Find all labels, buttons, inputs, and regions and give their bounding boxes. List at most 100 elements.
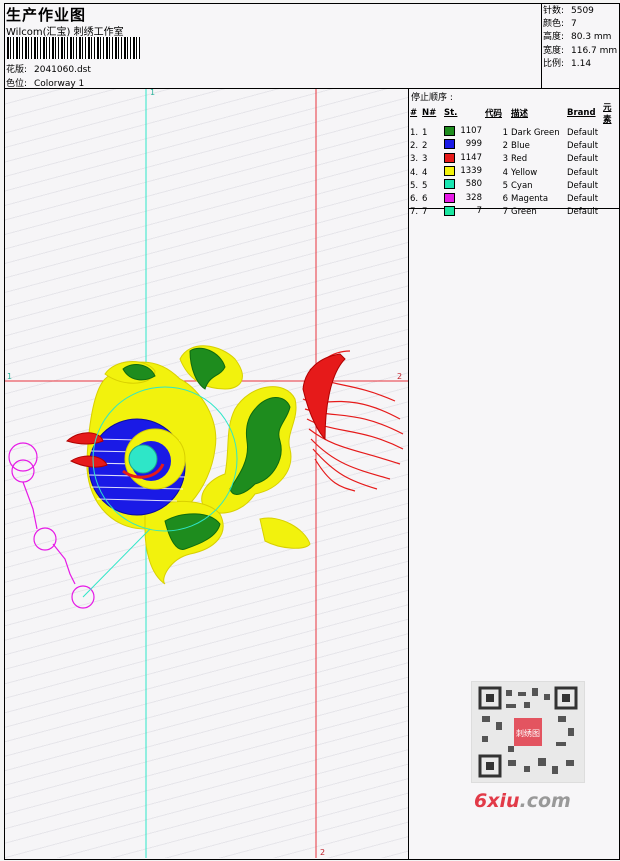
row-needle: 7 (422, 207, 428, 218)
color-swatch (444, 179, 455, 190)
guide-label-v2: 2 (320, 848, 325, 857)
row-code: 7 (502, 207, 508, 218)
row-brand: Default (567, 154, 599, 165)
scale-label: 比例: (543, 58, 565, 69)
row-index: 7. (410, 207, 419, 218)
table-row: 3. 3 1147 3 Red Default (410, 152, 620, 166)
stitches-value: 5509 (571, 6, 594, 16)
magenta-trace (8, 442, 95, 609)
table-row: 1. 1 1107 1 Dark Green Default (410, 126, 620, 139)
table-header-row: # N# St. 代码 描述 Brand 元素 (410, 101, 620, 126)
height-label: 高度: (543, 32, 565, 43)
row-stitches: 1107 (444, 126, 485, 139)
row-stitches-value: 580 (465, 179, 482, 190)
stats-divider (541, 3, 542, 89)
row-description: Magenta (511, 194, 549, 205)
color-swatch (444, 139, 455, 150)
row-index: 1. (410, 127, 419, 138)
cyan-connector (82, 528, 151, 598)
red-tail-base (302, 353, 346, 441)
row-code: 5 (502, 180, 508, 191)
width-value: 116.7 mm (571, 45, 618, 56)
row-needle: 6 (422, 194, 428, 205)
row-brand: Default (567, 127, 599, 138)
row-stitches: 7 (444, 205, 485, 219)
color-sequence-table: # N# St. 代码 描述 Brand 元素 1. 1 1107 1 Dark Gre… (410, 101, 620, 219)
row-description: Yellow (511, 167, 538, 178)
row-brand: Default (567, 167, 599, 178)
table-row: 5. 5 580 5 Cyan Default (410, 179, 620, 192)
height-value: 80.3 mm (571, 32, 612, 43)
colorway-label: 色位: (6, 79, 28, 89)
row-stitches-value: 328 (465, 192, 482, 203)
col-header-code: 代码 (485, 109, 503, 119)
row-element (603, 179, 620, 192)
row-index: 5. (410, 180, 419, 191)
row-description: Dark Green (511, 127, 560, 138)
table-row: 7. 7 7 7 Green Default (410, 205, 620, 219)
row-code: 1 (502, 127, 508, 138)
colorway-value: Colorway 1 (34, 79, 85, 89)
col-header-element: 元素 (603, 103, 612, 125)
color-swatch (444, 152, 455, 163)
design-preview: 1 1 2 2 (5, 89, 408, 858)
row-element (603, 206, 620, 219)
row-needle: 2 (422, 140, 428, 151)
color-swatch (444, 166, 455, 177)
col-header-stitches: St. (444, 108, 458, 118)
row-description: Blue (511, 140, 530, 151)
table-row: 4. 4 1339 4 Yellow Default (410, 166, 620, 179)
company-name: Wilcom(汇宝) 刺绣工作室 (6, 27, 124, 38)
col-header-description: 描述 (511, 109, 529, 119)
col-header-index: # (410, 108, 418, 118)
row-stitches: 1339 (444, 166, 485, 179)
qr-center-text: 刺绣图 (516, 728, 540, 738)
row-element (603, 126, 620, 139)
color-swatch (444, 205, 455, 216)
row-stitches: 580 (444, 179, 485, 192)
barcode (7, 37, 140, 59)
row-index: 6. (410, 194, 419, 205)
row-needle: 5 (422, 180, 428, 191)
page-title: 生产作业图 (6, 6, 87, 24)
row-element (603, 139, 620, 152)
row-description: Green (511, 207, 537, 218)
qr-code: 刺绣图 (471, 681, 585, 783)
row-stitches: 999 (444, 139, 485, 152)
row-stitches-value: 1107 (460, 126, 482, 137)
stitches-label: 针数: (543, 6, 565, 16)
row-element (603, 192, 620, 205)
row-stitches-value: 1147 (460, 152, 482, 163)
row-needle: 4 (422, 167, 428, 178)
panel-divider (408, 88, 409, 859)
row-stitches-value: 1339 (460, 166, 482, 177)
row-description: Red (511, 154, 528, 165)
row-brand: Default (567, 194, 599, 205)
row-index: 2. (410, 140, 419, 151)
qr-code-svg: 刺绣图 (478, 686, 578, 778)
col-header-needle: N# (422, 108, 437, 118)
watermark-text: 6xiu (474, 790, 520, 812)
row-element (603, 166, 620, 179)
color-swatch (444, 126, 455, 137)
guide-label-h1-right: 2 (397, 372, 402, 381)
row-element (603, 153, 620, 166)
row-stitches: 328 (444, 192, 485, 205)
row-code: 3 (502, 154, 508, 165)
scale-value: 1.14 (571, 58, 592, 69)
table-row: 2. 2 999 2 Blue Default (410, 139, 620, 152)
row-code: 6 (502, 194, 508, 205)
width-label: 宽度: (543, 45, 565, 56)
embroidery-preview-svg: 1 1 2 2 (5, 89, 408, 858)
colors-value: 7 (571, 19, 577, 30)
design-file-row: 花版: 2041060.dst (6, 62, 91, 75)
row-needle: 3 (422, 154, 428, 165)
guide-label-h1-left: 1 (7, 372, 12, 381)
row-code: 2 (502, 140, 508, 151)
row-brand: Default (567, 207, 599, 218)
colors-label: 颜色: (543, 19, 565, 30)
row-index: 4. (410, 167, 419, 178)
row-brand: Default (567, 140, 599, 151)
colorway-row: 色位: Colorway 1 (6, 76, 84, 89)
row-needle: 1 (422, 127, 428, 138)
